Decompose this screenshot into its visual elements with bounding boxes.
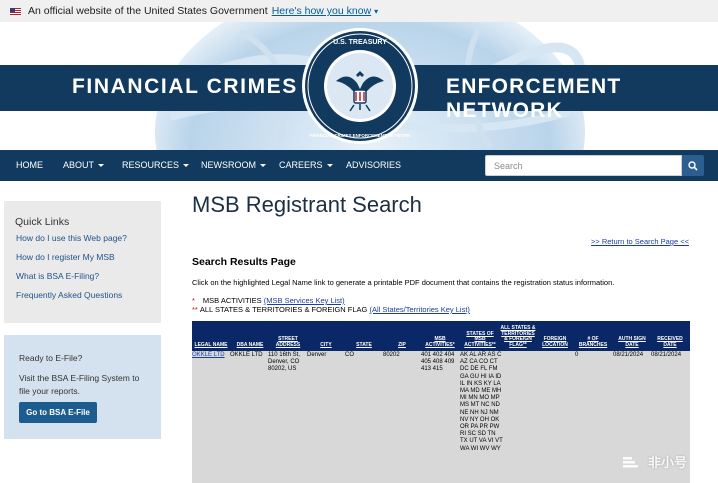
instructions-text: Click on the highlighted Legal Name link… — [192, 278, 615, 287]
results-table-header: LEGAL NAME DBA NAME STREET ADDRESS CITY … — [192, 321, 690, 351]
legal-name-link[interactable]: OKKLE LTD — [192, 352, 225, 359]
efile-panel: Ready to E-File? Visit the BSA E-Filing … — [4, 335, 161, 439]
efile-title: Ready to E-File? — [19, 353, 83, 363]
legend-label: MSB ACTIVITIES — [202, 296, 262, 305]
gov-banner-text: An official website of the United States… — [28, 5, 268, 17]
nav-advisories-label: ADVISORIES — [346, 160, 402, 170]
col-states-of-msb-activities[interactable]: STATES OF MSB ACTIVITIES** — [462, 331, 498, 349]
city-cell: Denver — [307, 352, 327, 358]
col-branches[interactable]: # OF BRANCHES — [576, 336, 610, 348]
page-root: An official website of the United States… — [0, 0, 718, 483]
nav-advisories[interactable]: ADVISORIES — [346, 150, 401, 181]
nav-about-label: ABOUT — [63, 160, 95, 170]
seal-top-text: U.S. TREASURY — [333, 39, 387, 46]
seal-ring-text: FINANCIAL CRIMES ENFORCEMENT NETWORK — [310, 133, 412, 138]
legend-msb-activities: * MSB ACTIVITIES (MSB Services Key List) — [192, 296, 345, 305]
quick-links-title: Quick Links — [15, 216, 70, 228]
quick-links-panel: Quick Links How do I use this Web page? … — [4, 201, 161, 323]
branches-cell: 0 — [575, 352, 579, 358]
all-states-key-list-link[interactable]: (All States/Territories Key List) — [369, 305, 469, 314]
col-zip[interactable]: ZIP — [384, 342, 420, 349]
state-cell: CO — [345, 352, 354, 358]
nav-about[interactable]: ABOUT — [63, 150, 105, 181]
msb-services-key-list-link[interactable]: (MSB Services Key List) — [264, 296, 345, 305]
street-address-cell: 110 16th St, Denver, CO 80202, US — [268, 352, 300, 372]
col-state[interactable]: STATE — [346, 342, 382, 349]
search-button[interactable] — [682, 155, 704, 176]
watermark: 非小号 — [622, 452, 687, 471]
zip-cell: 80202 — [383, 352, 400, 358]
legend-marker: ** — [192, 305, 198, 314]
msb-activities-cell: 401 402 404 405 408 409 413 415 — [421, 352, 455, 372]
caret-down-icon — [183, 164, 190, 168]
dba-name-cell: OKKLE LTD — [230, 352, 263, 358]
col-received-date[interactable]: RECEIVED DATE — [652, 336, 688, 348]
efile-text: Visit the BSA E-Filing System to file yo… — [19, 373, 140, 396]
col-all-states-territories[interactable]: ALL STATES & TERRITORIES & FOREIGN FLAG*… — [499, 325, 537, 348]
page-title: MSB Registrant Search — [192, 192, 422, 217]
site-header: FINANCIAL CRIMES ENFORCEMENT NETWORK U.S… — [0, 22, 718, 150]
quick-link-register-msb[interactable]: How do I register My MSB — [16, 252, 115, 262]
logo-mark-icon — [623, 456, 638, 467]
header-title-right: ENFORCEMENT NETWORK — [446, 75, 622, 122]
caret-down-icon — [98, 164, 105, 168]
quick-link-faq[interactable]: Frequently Asked Questions — [16, 290, 122, 300]
header-title-left: FINANCIAL CRIMES — [72, 75, 298, 98]
nav-home[interactable]: HOME — [16, 150, 43, 181]
search-input[interactable] — [485, 155, 682, 176]
col-city[interactable]: CITY — [308, 342, 344, 349]
search-icon — [688, 160, 698, 171]
col-legal-name[interactable]: LEGAL NAME — [192, 342, 230, 349]
chevron-down-icon[interactable]: ▾ — [374, 7, 378, 16]
nav-careers-label: CAREERS — [279, 160, 323, 170]
col-auth-sign-date[interactable]: AUTH SIGN DATE — [614, 336, 650, 348]
fincen-seal-logo[interactable]: U.S. TREASURY FINANCIAL CRIMES ENFORCEME… — [301, 27, 419, 145]
legend-label: ALL STATES & TERRITORIES & FOREIGN FLAG — [199, 305, 368, 314]
col-foreign-location[interactable]: FOREIGN LOCATION — [538, 336, 572, 348]
go-to-bsa-efile-button[interactable]: Go to BSA E-File — [19, 402, 97, 423]
caret-down-icon — [326, 164, 333, 168]
auth-sign-date-cell: 08/21/2024 — [613, 352, 644, 358]
quick-link-how-to-use[interactable]: How do I use this Web page? — [16, 233, 127, 243]
watermark-text: 非小号 — [648, 455, 688, 470]
nav-careers[interactable]: CAREERS — [279, 150, 333, 181]
quick-link-bsa-efiling[interactable]: What is BSA E-Filing? — [16, 271, 99, 281]
col-msb-activities[interactable]: MSB ACTIVITIES* — [422, 336, 458, 348]
heres-how-you-know-link[interactable]: Here's how you know — [272, 5, 371, 17]
legend-marker: * — [192, 296, 195, 305]
col-dba-name[interactable]: DBA NAME — [232, 342, 268, 349]
col-street-address[interactable]: STREET ADDRESS — [270, 336, 306, 348]
caret-down-icon — [260, 164, 266, 168]
results-heading: Search Results Page — [192, 256, 296, 268]
gov-banner: An official website of the United States… — [0, 0, 718, 22]
nav-resources-label: RESOURCES — [122, 160, 180, 170]
us-flag-icon — [10, 7, 21, 15]
nav-newsroom-label: NEWSROOM — [201, 160, 256, 170]
nav-home-label: HOME — [16, 160, 43, 170]
return-to-search-link[interactable]: >> Return to Search Page << — [591, 237, 689, 246]
legend-all-states: ** ALL STATES & TERRITORIES & FOREIGN FLA… — [192, 305, 470, 314]
received-date-cell: 08/21/2024 — [651, 352, 682, 358]
nav-newsroom[interactable]: NEWSROOM — [201, 150, 266, 181]
states-of-activities-cell: AK AL AR AS C AZ CA CO CT DC DE FL FM GA… — [460, 352, 503, 452]
nav-resources[interactable]: RESOURCES — [122, 150, 190, 181]
